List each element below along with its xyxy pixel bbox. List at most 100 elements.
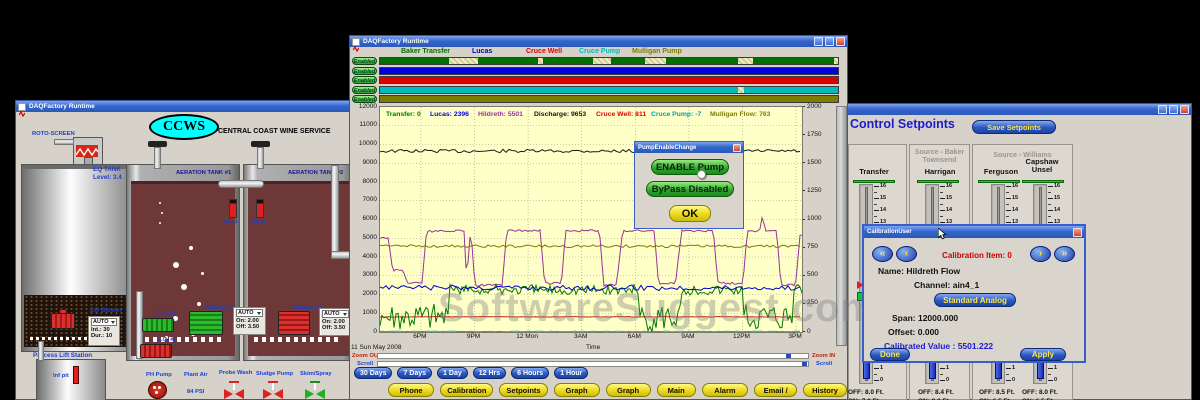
scroll-slider-thumb[interactable] [802,362,807,366]
pump-status-bar [379,57,839,65]
x-axis-tick: 3AM [564,333,598,340]
scale-minor-tick [1048,216,1051,217]
range-6hours-button[interactable]: 6 Hours [511,367,549,379]
alarm-status-button[interactable]: Alarm Status [702,383,749,397]
close-icon[interactable] [733,144,741,152]
pipe-right-down [331,165,339,257]
bubble [197,302,201,306]
eq-blower-mode-select[interactable]: AUTO [91,318,117,326]
dropdown-arrow-icon [257,312,261,315]
range-7days-button[interactable]: 7 Days [397,367,432,379]
ferguson-off-label: OFF: 8.5 Ft. [979,389,1015,396]
bubble [161,212,163,214]
graph-north-button[interactable]: Graph North [606,383,651,397]
main-button[interactable]: Main [657,383,696,397]
readout-cruce-well: Cruce Well: 811 [596,111,646,118]
minimize-button[interactable] [1158,105,1167,114]
minimize-button[interactable] [814,37,823,46]
setpoints-window-titlebar[interactable] [846,104,1191,115]
right-axis-tick: 750 [807,243,831,250]
last-item-button[interactable]: » [1054,246,1075,262]
enable-toggle-button[interactable]: Enabled [352,76,377,84]
save-setpoints-button[interactable]: Save Setpoints [972,120,1056,134]
eq-pump1-icon[interactable] [142,318,174,332]
readout-lucas: Lucas: 2396 [430,111,469,118]
calibration-dialog-titlebar[interactable]: CalibrationUser [864,226,1084,238]
scale-tick-label: 1 [1012,365,1015,371]
calibration-button[interactable]: Calibration [440,383,493,397]
graph-south-button[interactable]: Graph South [554,383,600,397]
maximize-button[interactable] [1169,105,1178,114]
pump-row: Enabled [350,67,849,75]
pipe-tank-connector [218,180,264,188]
roto-screen-device[interactable] [73,137,103,165]
skim-spray-valve-icon[interactable] [305,381,325,399]
daqfactory-app-icon [18,103,26,111]
enable-toggle-button[interactable]: Enabled [352,57,377,65]
scale-minor-tick [874,374,877,375]
close-button[interactable] [1180,105,1189,114]
standard-analog-button[interactable]: Standard Analog [934,293,1016,307]
blower1-mode-select[interactable]: AUTO [236,309,263,317]
scroll-slider[interactable] [377,361,809,367]
bypass-disabled-button[interactable]: ByPass Disabled [646,181,734,197]
valve-right [274,389,283,399]
ok-button[interactable]: OK [669,205,711,222]
email-text-button[interactable]: Email / Text [754,383,797,397]
done-button[interactable]: Done [870,348,910,361]
prev-item-button[interactable]: ‹ [896,246,917,262]
x-axis-tick: 9AM [671,333,705,340]
aeration-tank1-label: AERATION TANK #1 [176,170,231,176]
blower2-icon[interactable] [278,311,310,335]
blower2-mode: AUTO [324,311,339,317]
blower2-mode-select[interactable]: AUTO [322,310,349,318]
trend-window-titlebar[interactable]: DAQFactory Runtime [350,36,847,47]
scale-tick-label: 0 [880,377,883,383]
sludge-pump-valve-icon[interactable] [263,381,283,399]
scale-minor-tick [940,216,943,217]
enable-toggle-button[interactable]: Enabled [352,86,377,94]
do2-probe[interactable] [256,199,264,218]
enable-toggle-button[interactable]: Enabled [352,67,377,75]
probe-wash-valve-icon[interactable] [224,381,244,399]
blower1-mode: AUTO [238,310,253,316]
phone-setup-button[interactable]: Phone Setup [388,383,434,397]
do1-probe[interactable] [229,199,237,218]
eq-pump2-icon[interactable] [140,344,172,358]
first-item-button[interactable]: « [872,246,893,262]
close-icon[interactable] [1073,228,1082,237]
scale-tick [940,210,945,211]
pump-enable-dialog-titlebar[interactable]: PumpEnableChange [635,142,743,153]
eq-blower-mode: AUTO [93,319,108,325]
eq-pump1-label: E.Q. #1 [157,311,177,317]
maximize-button[interactable] [825,37,834,46]
range-30days-button[interactable]: 30 Days [354,367,392,379]
next-item-button[interactable]: › [1030,246,1051,262]
lift-station-tank[interactable] [36,359,106,400]
ph-pump-label: PH Pump [146,372,172,378]
ph-pump-icon[interactable] [148,381,167,399]
range-1hour-button[interactable]: 1 Hour [554,367,588,379]
valve-tank1-icon[interactable] [148,141,167,147]
eq-tank-label: EQ TANK [93,166,121,173]
calibration-dialog-title: CalibrationUser [867,229,912,235]
range-1day-button[interactable]: 1 Day [437,367,468,379]
blower1-icon[interactable] [189,311,223,335]
history-button[interactable]: History [803,383,847,397]
x-axis-tick: 3PM [778,333,812,340]
mouse-cursor-dot [697,170,706,179]
zoom-slider[interactable] [377,353,809,359]
enable-pump-button[interactable]: ENABLE Pump [651,159,729,175]
apply-button[interactable]: Apply [1020,348,1066,361]
valve-tank2-icon[interactable] [251,141,270,147]
range-12hrs-button[interactable]: 12 Hrs [473,367,506,379]
bubble [181,284,187,290]
scale-minor-tick [940,192,943,193]
zoom-slider-thumb[interactable] [786,354,791,358]
x-axis-tick: 6AM [617,333,651,340]
close-button[interactable] [836,37,845,46]
plant-window-titlebar[interactable]: DAQFactory Runtime [16,101,354,112]
setpoints-button[interactable]: Setpoints [499,383,547,397]
influent-pump-icon[interactable] [49,309,79,335]
scale-tick-label: 15 [946,195,952,201]
